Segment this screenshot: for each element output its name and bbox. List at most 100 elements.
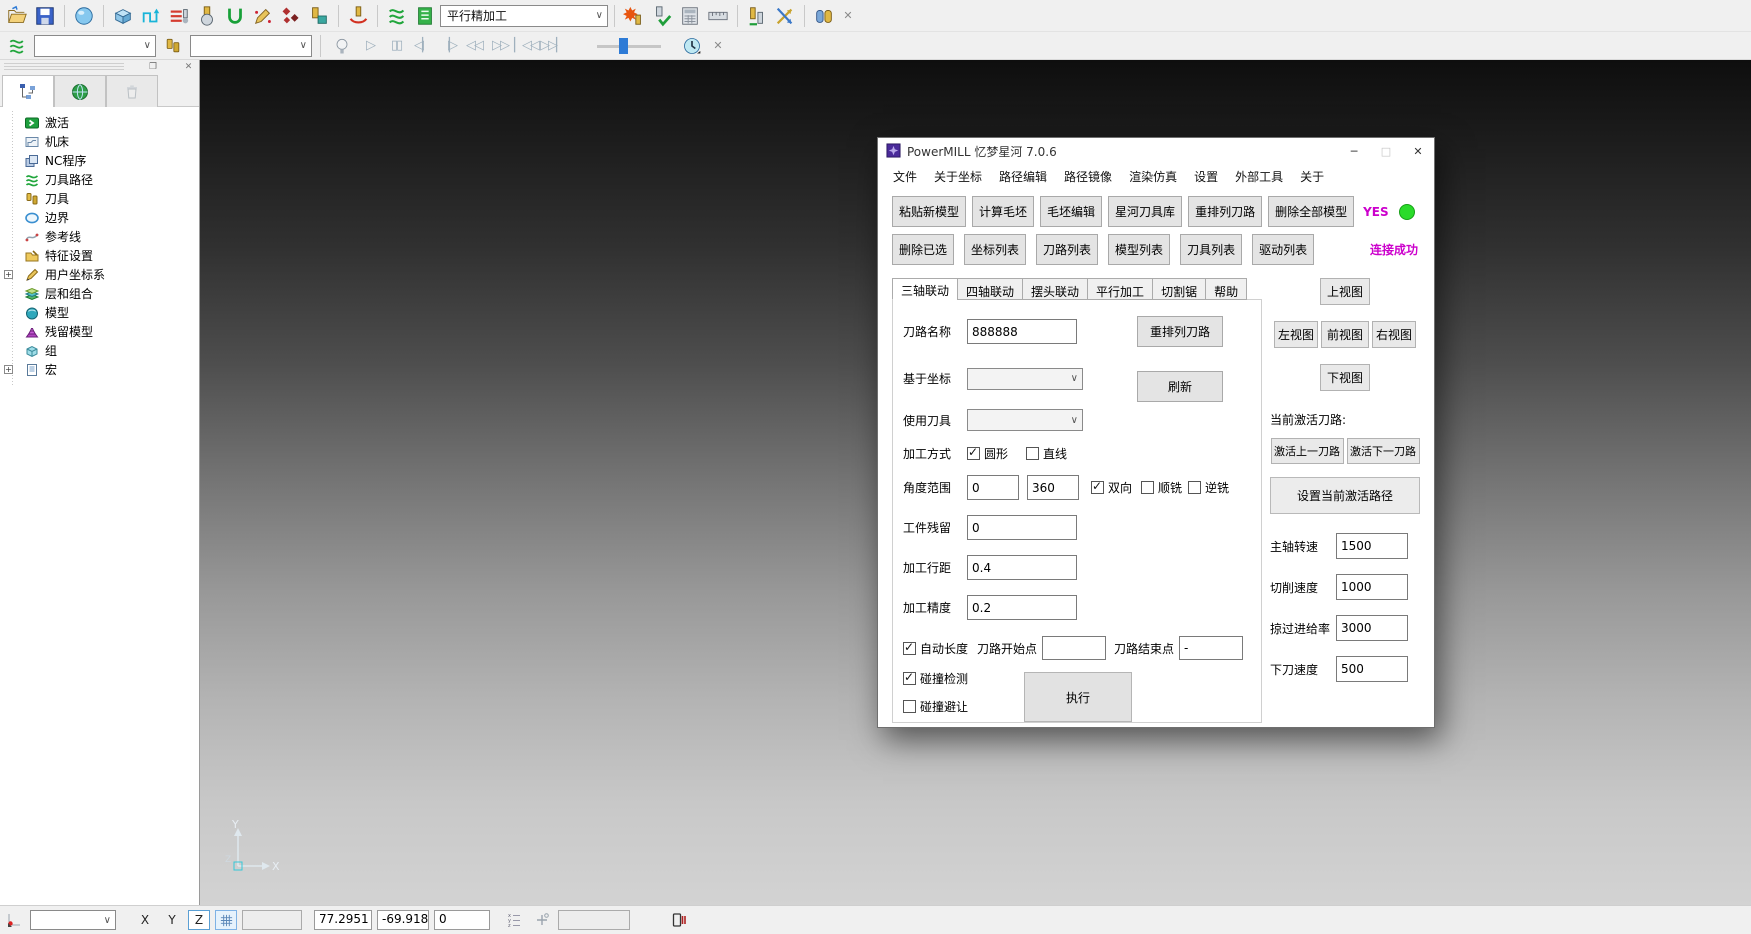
save-icon[interactable] bbox=[32, 3, 58, 29]
menu-path-mirror[interactable]: 路径镜像 bbox=[1064, 168, 1112, 185]
sidebar-item-feature-sets[interactable]: 特征设置 bbox=[0, 246, 199, 265]
axis-x-button[interactable]: X bbox=[134, 910, 156, 930]
tool-holder-icon[interactable] bbox=[306, 3, 332, 29]
tab-swivel-head[interactable]: 摆头联动 bbox=[1022, 278, 1088, 300]
fast-forward-button[interactable]: ▷▷ bbox=[489, 35, 511, 57]
bulb-icon[interactable] bbox=[329, 33, 355, 59]
rearrange-toolpaths-button[interactable]: 重排列刀路 bbox=[1188, 196, 1262, 227]
step-forward-button[interactable]: ▕▷ bbox=[437, 35, 459, 57]
stepover-input[interactable] bbox=[967, 555, 1077, 580]
set-active-path-button[interactable]: 设置当前激活路径 bbox=[1270, 477, 1420, 514]
calculator-icon[interactable] bbox=[677, 3, 703, 29]
grid-snap-icon[interactable] bbox=[215, 910, 237, 930]
toolpath-list-button[interactable]: 刀路列表 bbox=[1036, 234, 1098, 265]
grid-size-field[interactable] bbox=[242, 910, 302, 930]
workplane-combobox[interactable]: ∨ bbox=[30, 910, 116, 930]
stock-allowance-input[interactable] bbox=[967, 515, 1077, 540]
xyz-list-icon[interactable]: xyz bbox=[504, 910, 526, 930]
start-point-input[interactable] bbox=[1042, 636, 1106, 660]
tab-4axis[interactable]: 四轴联动 bbox=[957, 278, 1023, 300]
menu-render-sim[interactable]: 渲染仿真 bbox=[1129, 168, 1177, 185]
coordinate-z-field[interactable]: 0 bbox=[434, 910, 490, 930]
bidirectional-checkbox[interactable]: 双向 bbox=[1091, 479, 1132, 496]
checkbox-icon[interactable] bbox=[967, 447, 980, 460]
sidebar-item-macros[interactable]: + 宏 bbox=[0, 360, 199, 379]
delete-all-models-button[interactable]: 删除全部模型 bbox=[1268, 196, 1354, 227]
sidebar-item-models[interactable]: 模型 bbox=[0, 303, 199, 322]
clock-icon[interactable] bbox=[679, 33, 705, 59]
conventional-checkbox[interactable]: 逆铣 bbox=[1188, 479, 1229, 496]
menu-about[interactable]: 关于 bbox=[1300, 168, 1324, 185]
skip-end-button[interactable]: ▷▷▏ bbox=[541, 35, 563, 57]
shaded-sphere-icon[interactable] bbox=[71, 3, 97, 29]
tool-list-button[interactable]: 刀具列表 bbox=[1180, 234, 1242, 265]
use-tool-select[interactable]: ∨ bbox=[967, 409, 1083, 431]
status-info-field[interactable] bbox=[558, 910, 630, 930]
play-button[interactable]: ▷ bbox=[359, 35, 381, 57]
curve-edit-icon[interactable] bbox=[250, 3, 276, 29]
tab-web[interactable] bbox=[54, 75, 106, 107]
climb-checkbox[interactable]: 顺铣 bbox=[1141, 479, 1182, 496]
collision-check-icon[interactable] bbox=[345, 3, 371, 29]
speed-slider[interactable] bbox=[597, 36, 675, 56]
expand-icon[interactable]: + bbox=[4, 365, 13, 374]
skip-start-button[interactable]: ▏◁◁ bbox=[515, 35, 537, 57]
maximize-button[interactable]: □ bbox=[1370, 138, 1402, 165]
dialog-titlebar[interactable]: PowerMILL 忆梦星河 7.0.6 ─ □ ✕ bbox=[878, 138, 1434, 165]
checkbox-icon[interactable] bbox=[1141, 481, 1154, 494]
sidebar-item-levels-and-sets[interactable]: 层和组合 bbox=[0, 284, 199, 303]
collision-check-checkbox[interactable]: 碰撞检测 bbox=[903, 670, 968, 687]
tab-3axis[interactable]: 三轴联动 bbox=[892, 278, 958, 300]
close-panel-icon[interactable]: ✕ bbox=[182, 62, 195, 72]
paste-new-model-button[interactable]: 粘贴新模型 bbox=[892, 196, 966, 227]
tab-cutting-saw[interactable]: 切割锯 bbox=[1152, 278, 1206, 300]
strategy-combobox[interactable]: 平行精加工 ∨ bbox=[440, 5, 608, 27]
spindle-speed-input[interactable] bbox=[1336, 533, 1408, 559]
minimize-button[interactable]: ─ bbox=[1338, 138, 1370, 165]
toolbar-close-icon[interactable]: ✕ bbox=[709, 39, 727, 52]
speed-slider-handle[interactable] bbox=[619, 38, 628, 54]
toolbar-close-icon[interactable]: ✕ bbox=[839, 9, 857, 22]
tab-recycle-bin[interactable] bbox=[106, 75, 158, 107]
rewind-button[interactable]: ◁◁ bbox=[463, 35, 485, 57]
sim-toolpath-combobox[interactable]: ∨ bbox=[34, 35, 156, 57]
sidebar-item-nc-programs[interactable]: NC程序 bbox=[0, 151, 199, 170]
activate-prev-toolpath-button[interactable]: 激活上一刀路 bbox=[1271, 438, 1344, 464]
line-mode-checkbox[interactable]: 直线 bbox=[1026, 445, 1067, 462]
collision-avoid-checkbox[interactable]: 碰撞避让 bbox=[903, 698, 968, 715]
checkbox-icon[interactable] bbox=[903, 642, 916, 655]
circle-mode-checkbox[interactable]: 圆形 bbox=[967, 445, 1008, 462]
based-coord-select[interactable]: ∨ bbox=[967, 368, 1083, 390]
cursor-position-icon[interactable] bbox=[3, 910, 25, 930]
view-top-button[interactable]: 上视图 bbox=[1320, 278, 1370, 305]
tolerance-input[interactable] bbox=[967, 595, 1077, 620]
panel-toggle-icon[interactable] bbox=[668, 910, 690, 930]
axis-y-button[interactable]: Y bbox=[161, 910, 183, 930]
checkbox-icon[interactable] bbox=[1026, 447, 1039, 460]
pattern-points-icon[interactable] bbox=[278, 3, 304, 29]
panel-grip[interactable]: ❐ ✕ bbox=[0, 60, 199, 73]
menu-about-coords[interactable]: 关于坐标 bbox=[934, 168, 982, 185]
sidebar-item-workplanes[interactable]: + 用户坐标系 bbox=[0, 265, 199, 284]
tab-explorer-tree[interactable] bbox=[2, 75, 54, 107]
block-model-icon[interactable] bbox=[110, 3, 136, 29]
tool-check-icon[interactable] bbox=[649, 3, 675, 29]
checkbox-icon[interactable] bbox=[903, 672, 916, 685]
sidebar-item-boundaries[interactable]: 边界 bbox=[0, 208, 199, 227]
coordinate-x-field[interactable]: 77.2951 bbox=[314, 910, 372, 930]
close-button[interactable]: ✕ bbox=[1402, 138, 1434, 165]
axis-z-button[interactable]: Z bbox=[188, 910, 210, 930]
pause-button[interactable]: ▯▯ bbox=[385, 35, 407, 57]
tool-pair-icon[interactable] bbox=[811, 3, 837, 29]
menu-external-tools[interactable]: 外部工具 bbox=[1235, 168, 1283, 185]
coordinate-y-field[interactable]: -69.918 bbox=[377, 910, 429, 930]
tab-help[interactable]: 帮助 bbox=[1205, 278, 1247, 300]
toolbar-edit-icon[interactable] bbox=[166, 3, 192, 29]
checkbox-icon[interactable] bbox=[1091, 481, 1104, 494]
execute-button[interactable]: 执行 bbox=[1024, 672, 1132, 722]
toolpath-icon[interactable] bbox=[384, 3, 410, 29]
coord-list-button[interactable]: 坐标列表 bbox=[964, 234, 1026, 265]
angle-from-input[interactable] bbox=[967, 475, 1019, 500]
plunge-feed-input[interactable] bbox=[1336, 656, 1408, 682]
view-left-button[interactable]: 左视图 bbox=[1274, 321, 1318, 348]
